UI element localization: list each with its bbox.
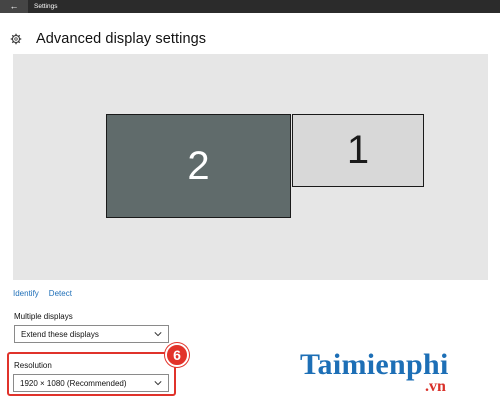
back-arrow-icon: ← bbox=[9, 1, 19, 11]
multiple-displays-dropdown[interactable]: Extend these displays bbox=[14, 325, 169, 343]
step-number: 6 bbox=[173, 347, 181, 363]
resolution-dropdown[interactable]: 1920 × 1080 (Recommended) bbox=[13, 374, 169, 392]
chevron-down-icon bbox=[154, 381, 162, 386]
watermark-suffix: .vn bbox=[425, 378, 446, 395]
resolution-value: 1920 × 1080 (Recommended) bbox=[20, 378, 127, 388]
back-button[interactable]: ← bbox=[0, 0, 28, 13]
watermark-logo: Taimienphi .vn bbox=[300, 348, 498, 398]
monitor-2-number: 2 bbox=[187, 143, 210, 188]
watermark-brand: Taimienphi bbox=[300, 348, 449, 381]
display-arrangement-canvas[interactable]: 2 1 bbox=[13, 54, 488, 280]
page-title: Advanced display settings bbox=[36, 31, 207, 47]
display-links: Identify Detect bbox=[13, 289, 72, 298]
gear-icon bbox=[10, 33, 22, 45]
identify-link[interactable]: Identify bbox=[13, 289, 39, 298]
step-badge: 6 bbox=[165, 343, 189, 367]
detect-link[interactable]: Detect bbox=[49, 289, 72, 298]
chevron-down-icon bbox=[154, 332, 162, 337]
resolution-label: Resolution bbox=[14, 361, 52, 370]
page-header: Advanced display settings bbox=[10, 30, 206, 48]
window-titlebar: ← Settings bbox=[0, 0, 500, 13]
monitor-2[interactable]: 2 bbox=[106, 114, 291, 218]
monitor-1[interactable]: 1 bbox=[292, 114, 424, 187]
multiple-displays-value: Extend these displays bbox=[21, 329, 99, 339]
multiple-displays-label: Multiple displays bbox=[14, 312, 73, 321]
monitor-1-number: 1 bbox=[346, 128, 370, 172]
window-title: Settings bbox=[34, 3, 58, 10]
